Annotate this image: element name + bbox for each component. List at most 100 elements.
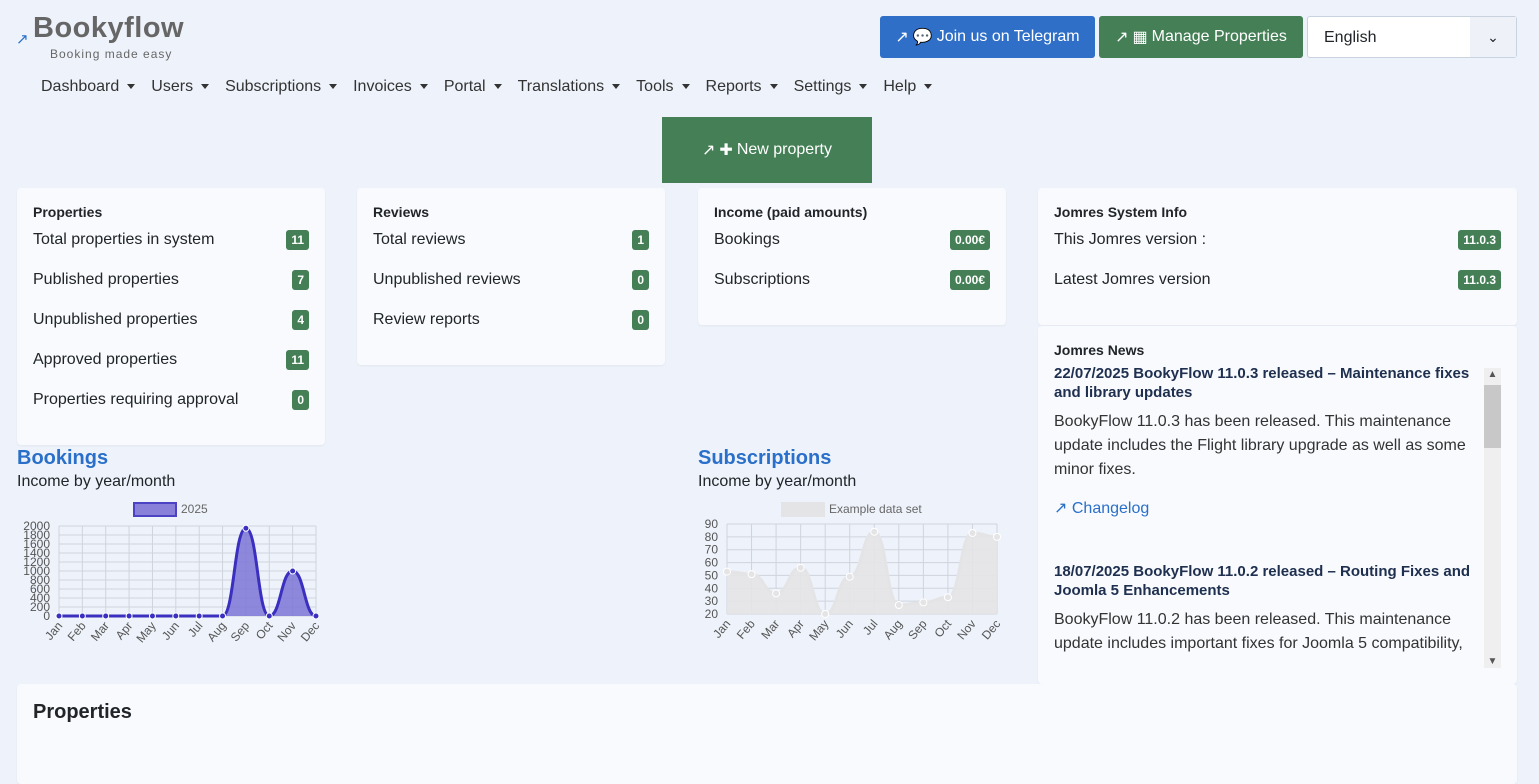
x-tick-label: Jun — [159, 619, 182, 643]
data-point — [871, 528, 878, 535]
stat-badge: 0 — [292, 390, 309, 410]
x-tick-label: Apr — [113, 619, 136, 642]
stat-row: Total properties in system 11 — [33, 220, 309, 260]
stat-row: Bookings0.00€ — [714, 220, 990, 260]
data-point — [969, 530, 976, 537]
x-tick-label: Nov — [954, 617, 978, 642]
nav-invoices[interactable]: Invoices — [345, 78, 436, 96]
section-title: Subscriptions — [698, 447, 856, 470]
x-tick-label: Jul — [185, 619, 206, 640]
nav-settings[interactable]: Settings — [786, 78, 876, 96]
logo[interactable]: ↗ Bookyflow Booking made easy — [16, 12, 196, 64]
card-title: Properties — [33, 204, 309, 220]
x-tick-label: Nov — [274, 619, 298, 644]
news-body: BookyFlow 11.0.2 has been released. This… — [1054, 608, 1474, 656]
x-tick-label: Mar — [758, 617, 782, 642]
data-point — [243, 525, 249, 531]
legend-swatch — [134, 503, 176, 516]
data-point — [149, 613, 155, 619]
y-tick-label: 60 — [705, 556, 719, 570]
data-point — [126, 613, 132, 619]
stat-row: Unpublished properties4 — [33, 300, 309, 340]
y-tick-label: 30 — [705, 594, 719, 608]
series-line — [59, 528, 316, 616]
external-link-icon: ↗ — [895, 27, 908, 47]
new-property-label: New property — [737, 141, 832, 159]
stat-row: Total reviews1 — [373, 220, 649, 260]
stat-label: This Jomres version : — [1054, 231, 1206, 249]
stat-badge: 7 — [292, 270, 309, 290]
new-property-button[interactable]: ↗✚ New property — [662, 117, 872, 183]
data-point — [56, 613, 62, 619]
news-heading: 18/07/2025 BookyFlow 11.0.2 released – R… — [1054, 562, 1474, 600]
logo-name: Bookyflow — [33, 12, 184, 45]
stat-badge: 11 — [286, 230, 309, 250]
x-tick-label: Dec — [979, 617, 1003, 642]
bookings-chart: 2025020040060080010001200140016001800200… — [0, 495, 340, 655]
stat-badge: 0 — [632, 270, 649, 290]
manage-properties-label: Manage Properties — [1152, 28, 1287, 46]
data-point — [944, 594, 951, 601]
legend-swatch — [782, 503, 824, 516]
manage-properties-button[interactable]: ↗▦ Manage Properties — [1099, 16, 1303, 58]
external-link-icon: ↗ — [1115, 27, 1128, 47]
stat-row: Unpublished reviews0 — [373, 260, 649, 300]
card-title: Income (paid amounts) — [714, 204, 990, 220]
y-tick-label: 90 — [705, 517, 719, 531]
telegram-label: Join us on Telegram — [937, 28, 1080, 46]
stat-label: Total properties in system — [33, 231, 214, 249]
telegram-button[interactable]: ↗💬 Join us on Telegram — [880, 16, 1095, 58]
nav-subscriptions[interactable]: Subscriptions — [217, 78, 345, 96]
chat-icon: 💬 — [913, 27, 933, 47]
news-scrollbar[interactable]: ▲ ▼ — [1484, 368, 1501, 668]
news-card: Jomres News 22/07/2025 BookyFlow 11.0.3 … — [1038, 326, 1517, 684]
language-select[interactable]: English ⌄ — [1307, 16, 1517, 58]
nav-tools[interactable]: Tools — [628, 78, 697, 96]
x-tick-label: Dec — [298, 619, 322, 644]
data-point — [220, 613, 226, 619]
external-link-icon: ↗ — [1054, 500, 1067, 517]
logo-tagline: Booking made easy — [50, 47, 172, 61]
stat-badge: 0.00€ — [950, 230, 990, 250]
nav-users[interactable]: Users — [143, 78, 217, 96]
nav-help[interactable]: Help — [875, 78, 940, 96]
y-tick-label: 2000 — [23, 519, 50, 533]
data-point — [103, 613, 109, 619]
y-tick-label: 80 — [705, 530, 719, 544]
scrollbar-thumb[interactable] — [1484, 385, 1501, 448]
income-card: Income (paid amounts) Bookings0.00€ Subs… — [698, 188, 1006, 325]
chevron-down-icon: ⌄ — [1470, 17, 1516, 57]
changelog-link[interactable]: ↗ Changelog — [1054, 498, 1474, 518]
x-tick-label: May — [806, 617, 831, 643]
x-tick-label: Feb — [65, 619, 89, 644]
data-point — [822, 611, 829, 618]
nav-portal[interactable]: Portal — [436, 78, 510, 96]
chevron-up-icon[interactable]: ▲ — [1484, 369, 1501, 380]
nav-dashboard[interactable]: Dashboard — [33, 78, 143, 96]
stat-badge: 11 — [286, 350, 309, 370]
chevron-down-icon[interactable]: ▼ — [1484, 656, 1501, 667]
stat-row: Published properties7 — [33, 260, 309, 300]
data-point — [196, 613, 202, 619]
nav-reports[interactable]: Reports — [698, 78, 786, 96]
legend-label: 2025 — [181, 502, 208, 516]
stat-label: Properties requiring approval — [33, 391, 238, 409]
x-tick-label: Feb — [734, 617, 758, 642]
building-icon: ▦ — [1133, 27, 1148, 47]
data-point — [846, 573, 853, 580]
section-subtitle: Income by year/month — [698, 473, 856, 491]
card-title: Reviews — [373, 204, 649, 220]
nav-translations[interactable]: Translations — [510, 78, 629, 96]
card-title: Jomres News — [1054, 342, 1501, 358]
data-point — [994, 533, 1001, 540]
stat-label: Approved properties — [33, 351, 177, 369]
y-tick-label: 20 — [705, 607, 719, 621]
subscriptions-section: Subscriptions Income by year/month — [698, 447, 856, 491]
x-tick-label: Sep — [228, 619, 253, 645]
data-point — [797, 564, 804, 571]
stat-row: Properties requiring approval 0 — [33, 380, 309, 420]
subscriptions-chart: Example data set2030405060708090JanFebMa… — [680, 495, 1020, 655]
data-point — [920, 599, 927, 606]
x-tick-label: May — [133, 619, 158, 645]
x-tick-label: Mar — [88, 619, 112, 644]
